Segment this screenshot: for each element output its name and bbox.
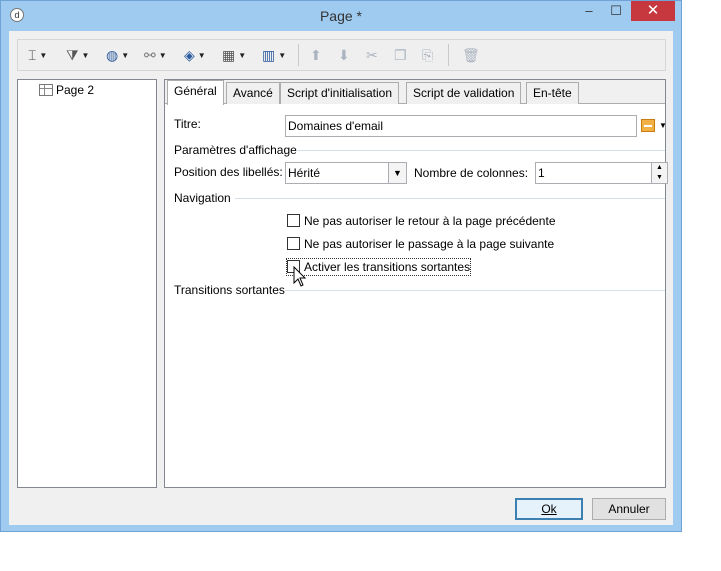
tab-avance[interactable]: Avancé — [226, 82, 280, 104]
chevron-down-icon: ▼ — [388, 163, 406, 183]
checkbox-label: Ne pas autoriser le passage à la page su… — [304, 237, 555, 251]
link-button[interactable]: ⚯ ▼ — [144, 45, 167, 65]
spin-down-icon[interactable]: ▼ — [652, 173, 667, 183]
checkbox-transitions[interactable]: Activer les transitions sortantes — [285, 258, 472, 276]
maximize-button[interactable]: ☐ — [603, 1, 629, 21]
filter-button[interactable]: ⧩ ▼ — [66, 45, 89, 65]
move-up-icon: ⬆ — [310, 47, 322, 63]
ok-button-label: Ok — [541, 502, 557, 516]
tab-en-tete[interactable]: En-tête — [526, 82, 579, 104]
minimize-button[interactable]: – — [576, 1, 602, 21]
group-separator — [285, 290, 665, 291]
checkbox-no-next[interactable]: Ne pas autoriser le passage à la page su… — [287, 236, 554, 252]
chevron-down-icon: ▼ — [158, 51, 167, 61]
copy-button[interactable]: ❐ — [394, 45, 407, 65]
chevron-down-icon: ▼ — [659, 121, 667, 130]
toolbar-separator — [298, 44, 299, 66]
mouse-pointer-icon — [293, 266, 307, 287]
toolbar-separator — [448, 44, 449, 66]
table-icon: ▦ — [222, 47, 236, 63]
colonnes-stepper[interactable]: 1 ▲ ▼ — [535, 162, 668, 184]
cut-icon: ✂ — [366, 47, 378, 63]
dialog-window: d Page * – ☐ ✕ ⌶ ▼ ⧩ ▼ ◍ ▼ ⚯ ▼ ◈ ▼ ▦ ▼ ▥ ▼ ⬆ ⬇ … — [0, 0, 682, 532]
position-label: Position des libellés: — [174, 165, 283, 179]
move-up-button[interactable]: ⬆ — [310, 45, 322, 65]
tab-script-initialisation[interactable]: Script d'initialisation — [280, 82, 400, 104]
table-button[interactable]: ▦ ▼ — [222, 45, 246, 65]
cut-button[interactable]: ✂ — [366, 45, 378, 65]
paste-icon: ⎘ — [422, 47, 434, 63]
tab-script-validation[interactable]: Script de validation — [406, 82, 522, 104]
globe-icon: ◍ — [106, 47, 119, 63]
checkbox-no-back[interactable]: Ne pas autoriser le retour à la page pré… — [287, 213, 556, 229]
tree-item-label: Page 2 — [56, 83, 95, 97]
position-select-value: Hérité — [288, 166, 321, 180]
colonnes-value: 1 — [538, 166, 545, 180]
chevron-down-icon: ▼ — [197, 51, 206, 61]
chevron-down-icon: ▼ — [238, 51, 247, 61]
spin-buttons[interactable]: ▲ ▼ — [651, 163, 667, 183]
colonnes-label: Nombre de colonnes: — [414, 166, 529, 180]
layers-button[interactable]: ◈ ▼ — [184, 45, 206, 65]
globe-button[interactable]: ◍ ▼ — [106, 45, 129, 65]
chevron-down-icon: ▼ — [121, 51, 130, 61]
cancel-button[interactable]: Annuler — [592, 498, 666, 520]
delete-icon: 🗑 — [462, 47, 480, 63]
tree-item-page-2[interactable]: Page 2 — [39, 82, 94, 98]
insert-field-button[interactable]: ⌶ ▼ — [28, 45, 47, 65]
checkbox-box[interactable] — [287, 237, 300, 250]
ok-button[interactable]: Ok — [515, 498, 583, 520]
columns-icon: ▥ — [262, 47, 276, 63]
group-separator — [298, 150, 665, 151]
spin-up-icon[interactable]: ▲ — [652, 163, 667, 173]
page-icon — [39, 84, 53, 96]
checkbox-box[interactable] — [287, 214, 300, 227]
columns-button[interactable]: ▥ ▼ — [262, 45, 286, 65]
move-down-button[interactable]: ⬇ — [338, 45, 350, 65]
filter-icon: ⧩ — [66, 47, 79, 63]
chevron-down-icon: ▼ — [39, 51, 48, 61]
transitions-group-label: Transitions sortantes — [174, 283, 285, 297]
title-bar[interactable]: d Page * – ☐ ✕ — [1, 1, 681, 31]
properties-panel: Général Avancé Script d'initialisation S… — [164, 79, 669, 488]
chevron-down-icon: ▼ — [278, 51, 287, 61]
layers-icon: ◈ — [184, 47, 195, 63]
delete-button[interactable]: 🗑 — [462, 45, 480, 65]
copy-icon: ❐ — [394, 47, 407, 63]
position-select[interactable]: Hérité ▼ — [285, 162, 407, 184]
tab-bar: Général Avancé Script d'initialisation S… — [165, 80, 665, 105]
picker-icon — [641, 119, 655, 132]
chevron-down-icon: ▼ — [81, 51, 90, 61]
navigation-group-label: Navigation — [174, 191, 231, 205]
checkbox-label: Activer les transitions sortantes — [304, 260, 471, 274]
checkbox-label: Ne pas autoriser le retour à la page pré… — [304, 214, 556, 228]
page-tree: Page 2 — [17, 79, 157, 488]
title-picker-button[interactable]: ▼ — [641, 117, 669, 135]
close-button[interactable]: ✕ — [631, 1, 675, 21]
toolbar: ⌶ ▼ ⧩ ▼ ◍ ▼ ⚯ ▼ ◈ ▼ ▦ ▼ ▥ ▼ ⬆ ⬇ ✂ ❐ ⎘ 🗑 — [17, 39, 666, 71]
link-icon: ⚯ — [144, 47, 156, 63]
dialog-client-area: ⌶ ▼ ⧩ ▼ ◍ ▼ ⚯ ▼ ◈ ▼ ▦ ▼ ▥ ▼ ⬆ ⬇ ✂ ❐ ⎘ 🗑 Page 2 … — [9, 31, 673, 525]
move-down-icon: ⬇ — [338, 47, 350, 63]
insert-field-icon: ⌶ — [28, 47, 37, 63]
titre-label: Titre: — [174, 117, 201, 131]
affichage-group-label: Paramètres d'affichage — [174, 143, 297, 157]
group-separator — [235, 198, 665, 199]
paste-button[interactable]: ⎘ — [422, 45, 433, 65]
titre-input[interactable]: Domaines d'email — [285, 115, 637, 137]
tab-general[interactable]: Général — [167, 80, 224, 105]
